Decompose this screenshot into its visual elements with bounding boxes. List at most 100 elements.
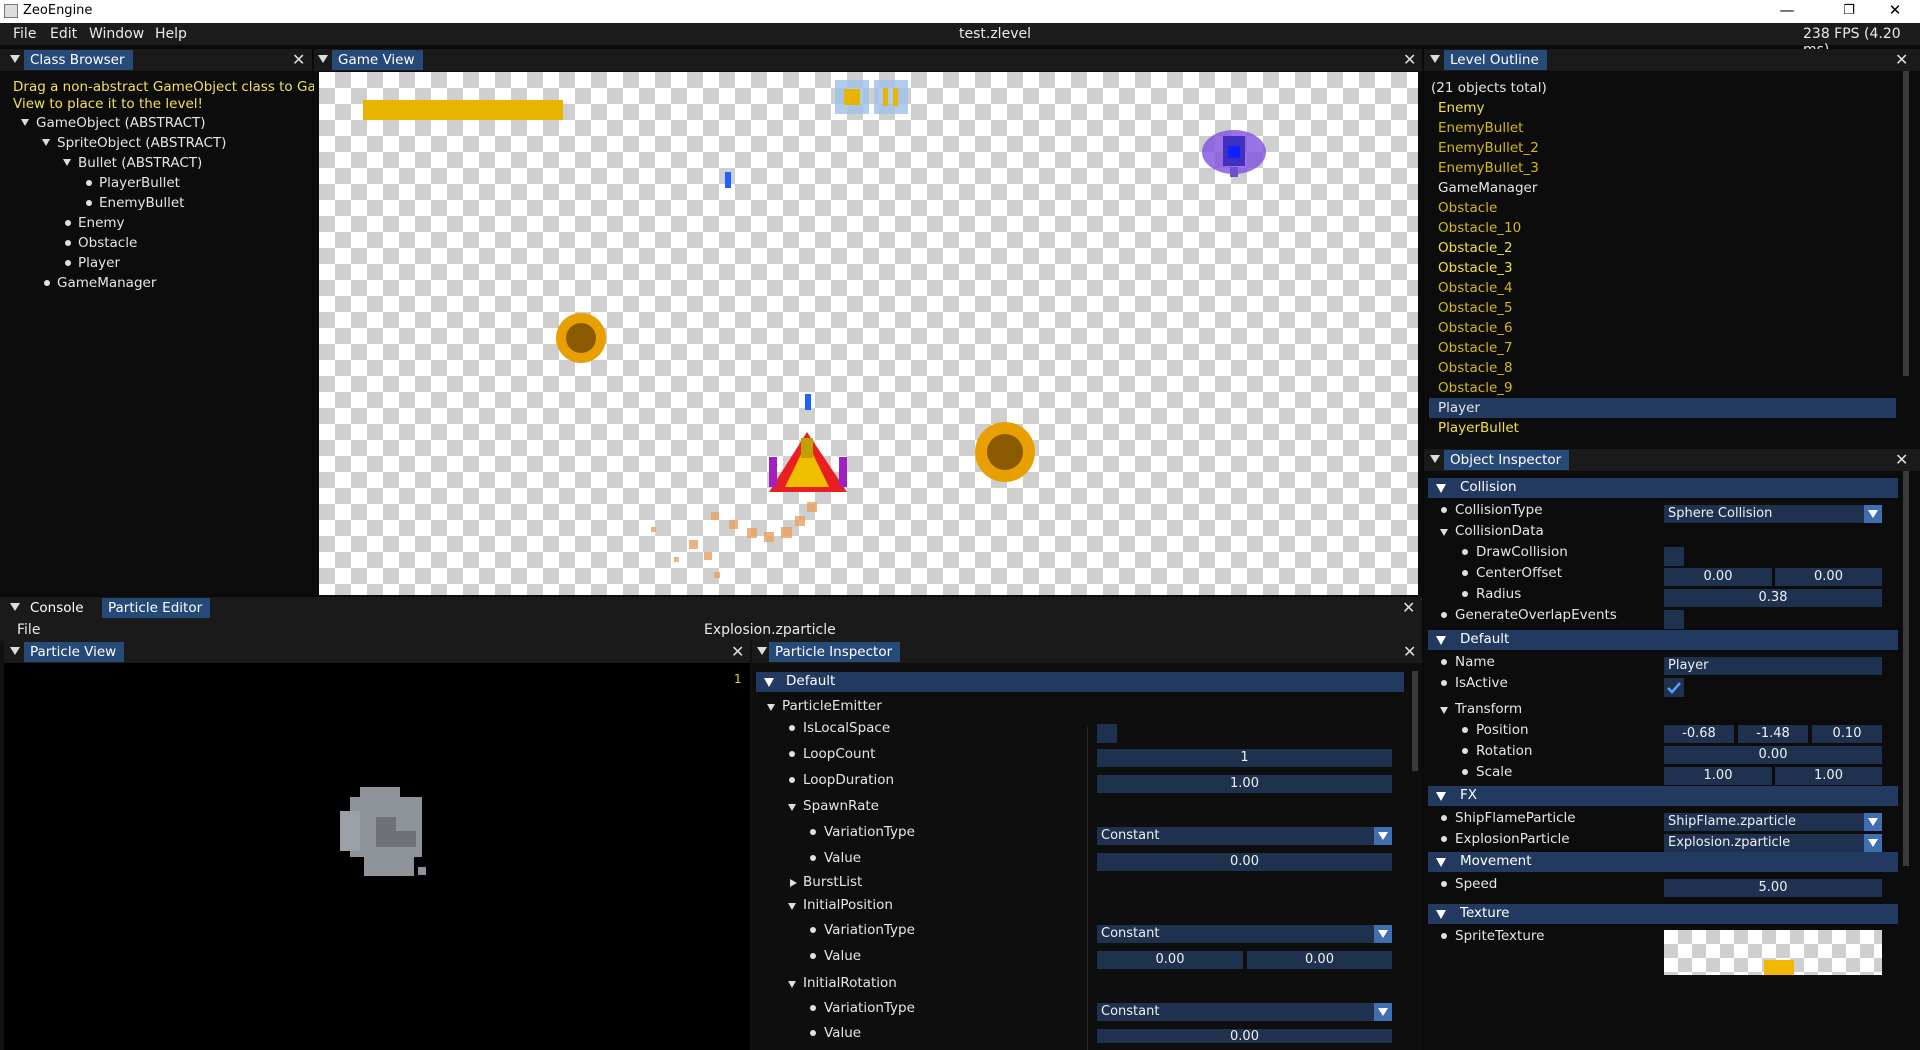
- is-active-checkbox[interactable]: [1664, 678, 1684, 697]
- particle-inspector-scrollbar[interactable]: [1412, 671, 1418, 771]
- particle-section-default[interactable]: Default: [756, 672, 1404, 692]
- panel-menu-icon[interactable]: [1430, 55, 1440, 63]
- tab-object-inspector[interactable]: Object Inspector: [1444, 450, 1570, 470]
- menu-file[interactable]: File: [13, 26, 36, 42]
- panel-menu-icon[interactable]: [10, 55, 20, 63]
- section-fx[interactable]: FX: [1428, 786, 1898, 806]
- class-gameobject[interactable]: GameObject (ABSTRACT): [36, 115, 206, 131]
- tab-particle-editor[interactable]: Particle Editor: [102, 598, 211, 618]
- section-default[interactable]: Default: [1428, 630, 1898, 650]
- close-icon[interactable]: ✕: [1402, 598, 1415, 617]
- tab-particle-inspector[interactable]: Particle Inspector: [769, 642, 901, 662]
- class-player[interactable]: Player: [78, 255, 120, 271]
- outline-item[interactable]: Obstacle_9: [1438, 380, 1513, 396]
- outline-item[interactable]: Obstacle_10: [1438, 220, 1521, 236]
- outline-selected-row[interactable]: [1429, 398, 1896, 418]
- tree-collapsed-icon[interactable]: [790, 879, 797, 887]
- loop-duration-field[interactable]: 1.00: [1097, 775, 1392, 793]
- close-window-button[interactable]: ✕: [1880, 1, 1910, 19]
- panel-menu-icon[interactable]: [318, 55, 328, 63]
- outline-item[interactable]: PlayerBullet: [1438, 420, 1519, 436]
- class-gamemanager[interactable]: GameManager: [57, 275, 156, 291]
- menu-help[interactable]: Help: [155, 26, 187, 42]
- panel-menu-icon[interactable]: [1430, 455, 1440, 463]
- scale-y[interactable]: 1.00: [1775, 767, 1882, 785]
- chevron-down-icon[interactable]: [1864, 834, 1882, 852]
- position-variation-select[interactable]: Constant: [1097, 925, 1392, 943]
- outline-item[interactable]: Obstacle_4: [1438, 280, 1513, 296]
- inspector-scrollbar[interactable]: [1903, 471, 1909, 866]
- chevron-down-icon[interactable]: [1374, 1003, 1392, 1021]
- menu-window[interactable]: Window: [89, 26, 144, 42]
- position-y[interactable]: -1.48: [1738, 725, 1808, 743]
- close-icon[interactable]: ✕: [1895, 50, 1908, 69]
- close-icon[interactable]: ✕: [292, 50, 305, 69]
- outline-item[interactable]: EnemyBullet: [1438, 120, 1523, 136]
- chevron-down-icon[interactable]: [1864, 813, 1882, 831]
- outline-item[interactable]: Obstacle_2: [1438, 240, 1513, 256]
- draw-collision-checkbox[interactable]: [1664, 547, 1684, 566]
- sprite-texture-preview[interactable]: [1664, 930, 1882, 975]
- section-movement[interactable]: Movement: [1428, 852, 1898, 872]
- game-viewport[interactable]: [319, 72, 1418, 595]
- generate-overlap-checkbox[interactable]: [1664, 610, 1684, 629]
- outline-item[interactable]: Obstacle_8: [1438, 360, 1513, 376]
- position-x[interactable]: -0.68: [1664, 725, 1734, 743]
- spawn-variation-select[interactable]: Constant: [1097, 827, 1392, 845]
- explosion-select[interactable]: Explosion.zparticle: [1664, 834, 1882, 852]
- tab-class-browser[interactable]: Class Browser: [24, 50, 133, 70]
- rotation-variation-select[interactable]: Constant: [1097, 1003, 1392, 1021]
- outline-item[interactable]: Obstacle_6: [1438, 320, 1513, 336]
- outline-item-selected[interactable]: Player: [1438, 400, 1480, 416]
- outline-item[interactable]: Obstacle: [1438, 200, 1497, 216]
- tab-game-view[interactable]: Game View: [332, 50, 423, 70]
- tree-expand-icon[interactable]: [21, 119, 29, 126]
- chevron-down-icon[interactable]: [1374, 827, 1392, 845]
- position-value-y[interactable]: 0.00: [1247, 951, 1392, 969]
- menu-edit[interactable]: Edit: [50, 26, 77, 42]
- class-bullet[interactable]: Bullet (ABSTRACT): [78, 155, 202, 171]
- chevron-down-icon[interactable]: [1864, 505, 1882, 523]
- panel-menu-icon[interactable]: [757, 647, 767, 655]
- close-icon[interactable]: ✕: [1895, 450, 1908, 469]
- is-local-space-checkbox[interactable]: [1097, 724, 1117, 743]
- class-playerbullet[interactable]: PlayerBullet: [99, 175, 180, 191]
- center-offset-x[interactable]: 0.00: [1664, 568, 1772, 586]
- panel-menu-icon[interactable]: [10, 603, 20, 611]
- spawn-value-field[interactable]: 0.00: [1097, 853, 1392, 871]
- class-spriteobject[interactable]: SpriteObject (ABSTRACT): [57, 135, 226, 151]
- speed-field[interactable]: 5.00: [1664, 879, 1882, 897]
- tree-expand-icon[interactable]: [1440, 707, 1448, 714]
- section-texture[interactable]: Texture: [1428, 904, 1898, 924]
- loop-count-field[interactable]: 1: [1097, 749, 1392, 767]
- outline-item[interactable]: GameManager: [1438, 180, 1537, 196]
- play-controls[interactable]: [835, 80, 908, 114]
- tree-expand-icon[interactable]: [63, 159, 71, 166]
- class-enemybullet[interactable]: EnemyBullet: [99, 195, 184, 211]
- close-icon[interactable]: ✕: [1403, 50, 1416, 69]
- minimize-button[interactable]: —: [1772, 1, 1802, 19]
- rotation-value-field[interactable]: 0.00: [1097, 1029, 1392, 1043]
- particle-menu-file[interactable]: File: [17, 622, 40, 638]
- tab-console[interactable]: Console: [24, 598, 92, 618]
- radius-field[interactable]: 0.38: [1664, 589, 1882, 607]
- tab-level-outline[interactable]: Level Outline: [1444, 50, 1547, 70]
- tree-expand-icon[interactable]: [788, 903, 796, 910]
- position-value-x[interactable]: 0.00: [1097, 951, 1243, 969]
- position-z[interactable]: 0.10: [1812, 725, 1882, 743]
- tree-expand-icon[interactable]: [788, 981, 796, 988]
- outline-scrollbar[interactable]: [1903, 71, 1909, 376]
- chevron-down-icon[interactable]: [1374, 925, 1392, 943]
- class-enemy[interactable]: Enemy: [78, 215, 125, 231]
- outline-item[interactable]: Obstacle_5: [1438, 300, 1513, 316]
- name-field[interactable]: Player: [1664, 657, 1882, 675]
- collision-type-select[interactable]: Sphere Collision: [1664, 505, 1882, 523]
- section-collision[interactable]: Collision: [1428, 478, 1898, 498]
- center-offset-y[interactable]: 0.00: [1775, 568, 1882, 586]
- outline-item[interactable]: EnemyBullet_3: [1438, 160, 1539, 176]
- tree-expand-icon[interactable]: [1440, 529, 1448, 536]
- scale-x[interactable]: 1.00: [1664, 767, 1772, 785]
- class-obstacle[interactable]: Obstacle: [78, 235, 137, 251]
- tree-expand-icon[interactable]: [767, 704, 775, 711]
- close-icon[interactable]: ✕: [1403, 642, 1416, 661]
